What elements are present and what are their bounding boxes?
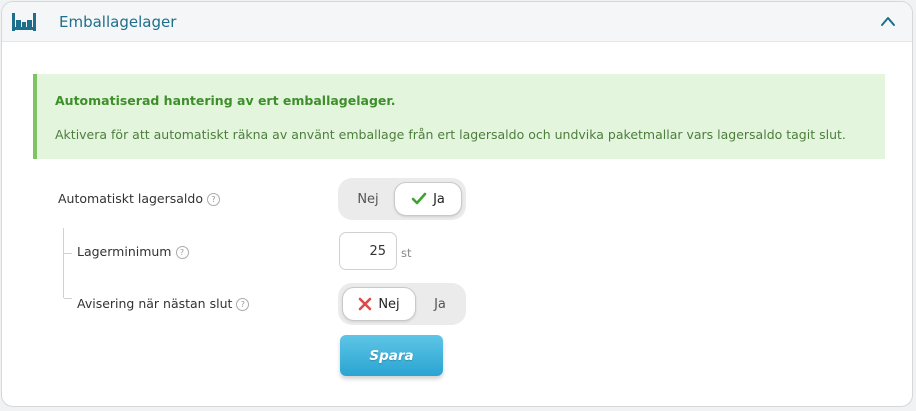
tree-line	[63, 228, 64, 298]
option-label: Ja	[433, 191, 445, 207]
notify-low-option-nej[interactable]: Nej	[342, 287, 416, 321]
option-label: Nej	[357, 191, 379, 207]
auto-stock-toggle[interactable]: Nej Ja	[338, 178, 466, 220]
notice-body: Aktivera för att automatiskt räkna av an…	[55, 127, 846, 142]
help-icon[interactable]: ?	[236, 298, 250, 311]
auto-stock-label-text: Automatiskt lagersaldo	[58, 191, 203, 206]
auto-stock-label: Automatiskt lagersaldo?	[58, 191, 220, 206]
min-stock-label-text: Lagerminimum	[77, 244, 172, 259]
min-stock-unit: st	[401, 246, 412, 260]
panel-header[interactable]: Emballagelager	[2, 2, 912, 42]
info-notice: Automatiserad hantering av ert emballage…	[33, 74, 885, 159]
option-label: Nej	[378, 296, 400, 312]
notice-heading: Automatiserad hantering av ert emballage…	[55, 93, 396, 108]
min-stock-input[interactable]	[339, 232, 397, 270]
min-stock-label: Lagerminimum?	[77, 244, 189, 259]
notify-low-label-text: Avisering när nästan slut	[77, 296, 233, 311]
cross-icon	[358, 297, 372, 311]
notify-low-toggle[interactable]: Nej Ja	[338, 283, 466, 325]
emballagelager-panel: Emballagelager Automatiserad hantering a…	[1, 1, 913, 407]
notify-low-option-ja[interactable]: Ja	[418, 287, 462, 321]
tree-branch	[64, 298, 72, 299]
help-icon[interactable]: ?	[175, 246, 189, 259]
auto-stock-option-nej[interactable]: Nej	[342, 182, 394, 216]
chevron-up-icon[interactable]	[880, 15, 896, 27]
warehouse-shelf-icon	[12, 13, 36, 31]
auto-stock-option-ja[interactable]: Ja	[394, 182, 462, 216]
tree-branch	[64, 253, 72, 254]
save-button[interactable]: Spara	[340, 335, 443, 376]
panel-title: Emballagelager	[59, 13, 177, 31]
option-label: Ja	[434, 296, 446, 312]
help-icon[interactable]: ?	[206, 193, 220, 206]
notify-low-label: Avisering när nästan slut?	[77, 296, 250, 311]
checkmark-icon	[411, 192, 427, 206]
